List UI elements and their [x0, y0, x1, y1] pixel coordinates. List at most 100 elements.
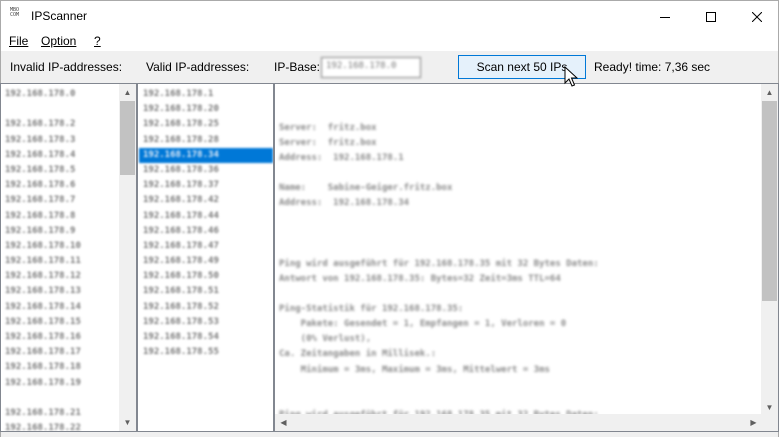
output-line: Server: fritz.box [279, 123, 377, 133]
scroll-right-icon[interactable]: ▶ [745, 414, 762, 431]
output-horizontal-scrollbar[interactable]: ◀ ▶ [275, 414, 761, 431]
scroll-thumb[interactable] [762, 101, 777, 301]
menu-file-label: File [9, 34, 29, 48]
list-item[interactable]: 192.168.178.36 [139, 163, 273, 178]
output-line: (0% Verlust), [279, 334, 372, 345]
list-item[interactable]: 192.168.178.5 [1, 163, 121, 178]
list-item[interactable] [1, 102, 121, 117]
maximize-icon [706, 11, 716, 22]
list-item[interactable]: 192.168.178.18 [1, 360, 121, 375]
list-item[interactable]: 192.168.178.54 [139, 330, 273, 345]
menu-help[interactable]: ? [94, 34, 101, 48]
list-item[interactable]: 192.168.178.2 [1, 117, 121, 132]
scroll-corner [761, 414, 778, 431]
invalid-ip-items: 192.168.178.0 192.168.178.2 192.168.178.3… [1, 87, 121, 431]
list-item[interactable]: 192.168.178.50 [139, 269, 273, 284]
list-item[interactable]: 192.168.178.10 [1, 239, 121, 254]
invalid-list-scrollbar[interactable]: ▲ ▼ [119, 84, 136, 431]
list-item[interactable]: 192.168.178.13 [1, 284, 121, 299]
window-title: IPScanner [31, 9, 88, 23]
app-logo-icon: MBO COM [10, 7, 20, 18]
list-item[interactable]: 192.168.178.53 [139, 315, 273, 330]
output-line: Ca. Zeitangaben in Millisek.: [279, 349, 437, 360]
menu-bar: File Option ? [0, 31, 779, 51]
list-item[interactable]: 192.168.178.22 [1, 421, 121, 431]
list-item[interactable]: 192.168.178.9 [1, 224, 121, 239]
minimize-button[interactable] [642, 1, 688, 32]
output-line: Server: fritz.box [279, 138, 377, 149]
scroll-thumb[interactable] [120, 101, 135, 175]
list-item[interactable]: 192.168.178.46 [139, 224, 273, 239]
list-item[interactable]: 192.168.178.3 [1, 133, 121, 148]
list-item[interactable]: 192.168.178.14 [1, 300, 121, 315]
list-item[interactable]: 192.168.178.19 [1, 376, 121, 391]
minimize-icon [660, 16, 670, 18]
list-item[interactable]: 192.168.178.17 [1, 345, 121, 360]
list-item[interactable]: 192.168.178.11 [1, 254, 121, 269]
close-button[interactable] [734, 1, 779, 32]
close-icon [752, 11, 762, 22]
list-item[interactable]: 192.168.178.47 [139, 239, 273, 254]
invalid-ip-list[interactable]: 192.168.178.0 192.168.178.2 192.168.178.3… [0, 83, 137, 432]
menu-help-label: ? [94, 34, 101, 48]
valid-ip-label: Valid IP-addresses: [146, 60, 250, 74]
valid-ip-list[interactable]: 192.168.178.1 192.168.178.20 192.168.178.2… [137, 83, 274, 432]
list-item[interactable] [1, 391, 121, 406]
scroll-left-icon[interactable]: ◀ [275, 414, 292, 431]
ip-base-label: IP-Base: [274, 60, 321, 74]
maximize-button[interactable] [688, 1, 734, 32]
list-item[interactable]: 192.168.178.12 [1, 269, 121, 284]
scroll-down-icon[interactable]: ▼ [119, 414, 136, 431]
output-line: Address: 192.168.178.1 [279, 153, 404, 164]
output-line: Minimum = 3ms, Maximum = 3ms, Mittelwert… [279, 364, 550, 375]
list-item[interactable]: 192.168.178.44 [139, 209, 273, 224]
list-item[interactable]: 192.168.178.37 [139, 178, 273, 193]
list-item[interactable]: 192.168.178.7 [1, 193, 121, 208]
scroll-up-icon[interactable]: ▲ [761, 84, 778, 101]
list-item[interactable]: 192.168.178.4 [1, 148, 121, 163]
menu-file[interactable]: File [9, 34, 28, 48]
valid-ip-items: 192.168.178.1 192.168.178.20 192.168.178.2… [139, 87, 273, 360]
list-item[interactable]: 192.168.178.25 [139, 117, 273, 132]
list-item[interactable]: 192.168.178.28 [139, 133, 273, 148]
menu-option[interactable]: Option [41, 34, 76, 48]
list-item[interactable]: 192.168.178.49 [139, 254, 273, 269]
status-text: Ready! time: 7,36 sec [594, 60, 711, 74]
output-line: Ping-Statistik für 192.168.178.35: [279, 304, 464, 315]
list-item[interactable]: 192.168.178.6 [1, 178, 121, 193]
list-item[interactable]: 192.168.178.34 [139, 147, 273, 163]
title-bar: MBO COM IPScanner [0, 0, 779, 31]
list-item[interactable]: 192.168.178.21 [1, 406, 121, 421]
list-item[interactable]: 192.168.178.52 [139, 300, 273, 315]
list-item[interactable]: 192.168.178.51 [139, 284, 273, 299]
output-text-area[interactable]: Server: fritz.box Server: fritz.box Addres… [274, 83, 779, 432]
output-vertical-scrollbar[interactable]: ▲ ▼ [761, 84, 778, 416]
list-item[interactable]: 192.168.178.8 [1, 209, 121, 224]
ip-base-input[interactable]: 192.168.178.0 [321, 57, 421, 78]
output-line: Antwort von 192.168.178.35: Bytes=32 Zei… [279, 273, 561, 284]
output-line: Name: Sabine-Geiger.fritz.box [279, 183, 453, 194]
toolbar: Invalid IP-addresses: Valid IP-addresses… [0, 51, 779, 83]
output-line: Address: 192.168.178.34 [279, 198, 410, 209]
list-item[interactable]: 192.168.178.42 [139, 193, 273, 208]
output-line: Pakete: Gesendet = 1, Empfangen = 1, Ver… [279, 319, 567, 330]
window-bottom-border [0, 432, 779, 437]
list-item[interactable]: 192.168.178.0 [1, 87, 121, 102]
list-item[interactable]: 192.168.178.20 [139, 102, 273, 117]
list-item[interactable]: 192.168.178.15 [1, 315, 121, 330]
menu-option-label: Option [41, 34, 77, 48]
list-item[interactable]: 192.168.178.55 [139, 345, 273, 360]
scroll-up-icon[interactable]: ▲ [119, 84, 136, 101]
output-line: Ping wird ausgeführt für 192.168.178.35 … [279, 258, 599, 269]
list-item[interactable]: 192.168.178.1 [139, 87, 273, 102]
list-item[interactable]: 192.168.178.16 [1, 330, 121, 345]
ping-output: Server: fritz.box Server: fritz.box Addres… [279, 121, 759, 423]
mouse-cursor-icon [564, 66, 578, 87]
